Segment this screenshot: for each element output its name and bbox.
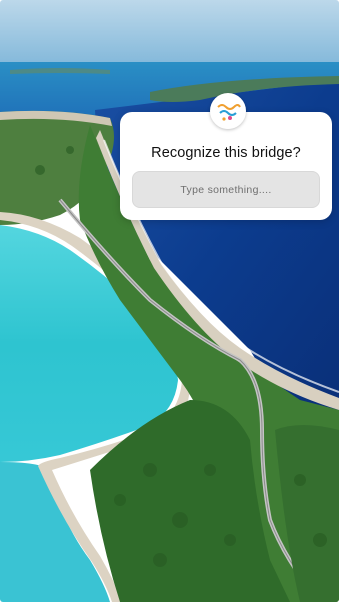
profile-avatar-icon	[210, 93, 246, 129]
profile-avatar-graphic	[212, 95, 244, 127]
background-photo	[0, 0, 339, 602]
question-title: Recognize this bridge?	[151, 145, 301, 161]
story-frame: Recognize this bridge? Type something...…	[0, 0, 339, 602]
answer-input-placeholder: Type something....	[180, 183, 272, 196]
answer-input[interactable]: Type something....	[132, 171, 320, 208]
